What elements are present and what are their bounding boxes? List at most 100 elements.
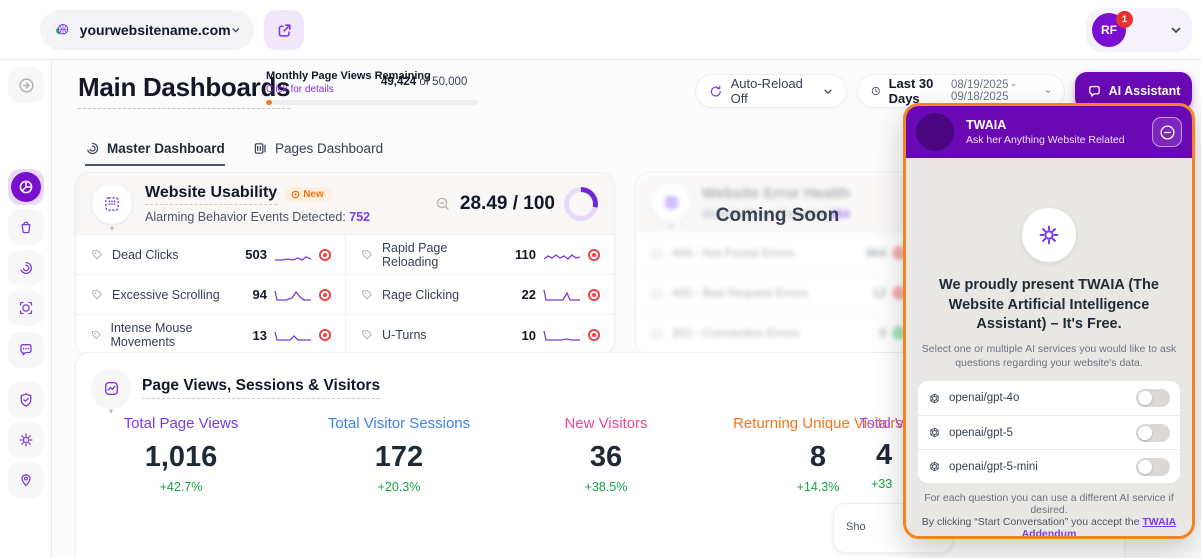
sidebar-item-settings[interactable] — [8, 422, 44, 458]
metrics-icon-bubble[interactable]: ▾ — [92, 369, 130, 407]
openai-icon — [928, 460, 941, 473]
metric-delta: +20.3% — [294, 480, 504, 494]
row-label: Rage Clicking — [382, 288, 459, 302]
usability-subtitle: Alarming Behavior Events Detected: 752 — [145, 210, 370, 224]
chevron-down-icon — [1170, 24, 1182, 36]
usability-card-header: ▾ Website Usability New Alarming Behavio… — [76, 173, 614, 235]
twaia-avatar — [916, 113, 954, 151]
sidebar-item-sessions[interactable] — [8, 250, 44, 286]
twaia-header-text: TWAIA Ask her Anything Website Related — [966, 118, 1125, 146]
date-range-label: Last 30 Days — [889, 76, 943, 106]
error-row: 302 - Connection Errors 0 — [636, 313, 919, 353]
sidebar — [0, 60, 52, 558]
behavior-tag-icon — [360, 288, 374, 302]
cloud-icon — [650, 326, 664, 340]
gear-bubble — [1022, 208, 1076, 262]
notification-badge: 1 — [1116, 11, 1133, 28]
website-name: yourwebsitename.com — [80, 22, 231, 38]
sidebar-item-collapse[interactable] — [8, 67, 44, 103]
service-label: openai/gpt-5-mini — [949, 461, 1038, 473]
usability-row: U-Turns 10 — [345, 315, 614, 355]
metric-label: Total Page Views — [76, 415, 286, 432]
service-toggle[interactable] — [1136, 458, 1170, 476]
error-card-title: Website Error Health — [702, 185, 850, 204]
row-label: U-Turns — [382, 328, 427, 342]
usability-grid-icon — [103, 195, 121, 213]
sidebar-item-dashboards[interactable] — [8, 169, 44, 205]
spiral-sessions-icon — [18, 260, 34, 276]
sidebar-item-location[interactable] — [8, 462, 44, 498]
tab-label: Master Dashboard — [107, 141, 225, 156]
sidebar-item-chat[interactable] — [8, 332, 44, 368]
row-value: 864 — [866, 246, 886, 260]
recordings-focus-icon — [18, 300, 34, 316]
row-label: Dead Clicks — [112, 248, 179, 262]
row-value: 13 — [253, 328, 267, 343]
row-value: 110 — [515, 247, 536, 262]
row-label: Rapid Page Reloading — [382, 241, 507, 269]
row-label: Intense Mouse Movements — [111, 321, 245, 349]
twaia-subheading: Select one or multiple AI services you w… — [918, 342, 1180, 371]
service-row-gpt-5-mini[interactable]: openai/gpt-5-mini — [918, 449, 1180, 483]
shield-check-icon — [18, 392, 34, 408]
row-label: Excessive Scrolling — [112, 288, 220, 302]
metric-new-visitors: New Visitors 36 +38.5% — [501, 415, 711, 494]
top-bar: yourwebsitename.com RF 1 — [0, 0, 1201, 60]
website-error-health-card: ▾ Website Error Health Website Errors De… — [635, 172, 920, 355]
account-menu[interactable]: RF 1 — [1086, 8, 1192, 52]
service-toggle[interactable] — [1136, 389, 1170, 407]
sidebar-item-recordings[interactable] — [8, 290, 44, 326]
behavior-tag-icon — [90, 248, 104, 262]
auto-reload-dropdown[interactable]: Auto-Reload Off — [695, 74, 847, 108]
error-row: 404 - Not Found Errors 864 — [636, 233, 919, 273]
sparkline — [274, 328, 312, 342]
clock-icon — [871, 84, 881, 98]
row-value: 10 — [522, 328, 536, 343]
chevron-down-icon: ▾ — [669, 222, 673, 231]
quota-progress-fill — [266, 100, 272, 105]
twaia-note: For each question you can use a differen… — [918, 492, 1180, 516]
pages-dashboard-icon — [253, 141, 268, 156]
service-label: openai/gpt-4o — [949, 392, 1019, 404]
service-toggle[interactable] — [1136, 424, 1170, 442]
error-row: 400 - Bad Request Errors 12 — [636, 273, 919, 313]
usability-rows: Dead Clicks 503 Rapid Page Reloading 110… — [76, 235, 614, 355]
usability-row: Rapid Page Reloading 110 — [345, 235, 614, 275]
behavior-tag-icon — [360, 248, 374, 262]
metric-label: Total Visitor Sessions — [294, 415, 504, 432]
sidebar-item-security[interactable] — [8, 382, 44, 418]
metric-value: 1,016 — [76, 441, 286, 474]
open-website-button[interactable] — [264, 10, 304, 50]
chevron-down-icon — [1045, 87, 1051, 96]
twaia-assistant-panel: TWAIA Ask her Anything Website Related W… — [903, 103, 1195, 539]
refresh-icon — [709, 84, 723, 99]
minimize-panel-button[interactable] — [1152, 117, 1182, 147]
metric-total-visitor-sessions: Total Visitor Sessions 172 +20.3% — [294, 415, 504, 494]
zoom-out-icon — [435, 196, 451, 212]
usability-score-donut — [564, 187, 598, 221]
twaia-heading: We proudly present TWAIA (The Website Ar… — [918, 276, 1180, 335]
row-value: 503 — [245, 247, 267, 262]
date-range-dates: 08/19/2025 - 09/18/2025 — [951, 79, 1037, 103]
tab-master-dashboard[interactable]: Master Dashboard — [85, 141, 225, 166]
service-row-gpt-4o[interactable]: openai/gpt-4o — [918, 381, 1180, 415]
website-selector[interactable]: yourwebsitename.com — [40, 10, 254, 50]
master-dashboard-icon — [85, 141, 100, 156]
row-label: 404 - Not Found Errors — [672, 246, 795, 260]
sidebar-item-store[interactable] — [8, 209, 44, 245]
sparkline — [274, 288, 312, 302]
website-usability-card: ▾ Website Usability New Alarming Behavio… — [75, 172, 615, 355]
new-badge-label: New — [303, 189, 324, 200]
row-label: 400 - Bad Request Errors — [672, 286, 808, 300]
sparkline — [543, 288, 581, 302]
auto-reload-label: Auto-Reload Off — [731, 76, 815, 106]
dashboard-pie-icon — [11, 172, 41, 202]
tab-pages-dashboard[interactable]: Pages Dashboard — [253, 141, 383, 164]
tab-label: Pages Dashboard — [275, 141, 383, 156]
service-row-gpt-5[interactable]: openai/gpt-5 — [918, 415, 1180, 449]
row-value: 12 — [873, 286, 886, 300]
metric-label-truncated: Total V — [859, 415, 905, 432]
status-dot — [319, 289, 331, 301]
usability-card-icon-bubble[interactable]: ▾ — [92, 184, 132, 224]
new-badge: New — [285, 187, 332, 202]
